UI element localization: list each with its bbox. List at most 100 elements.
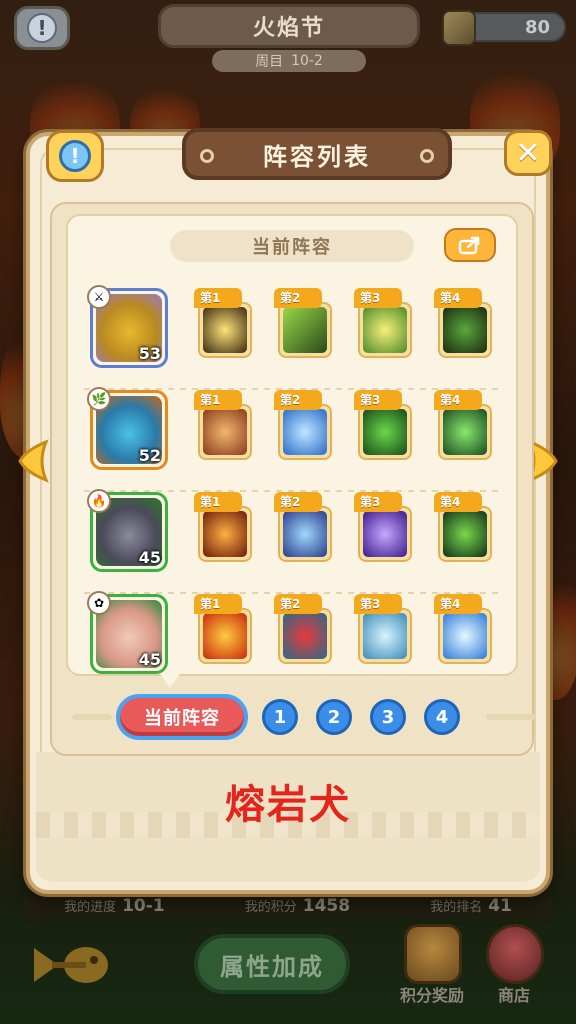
beetle-skill-icon	[363, 409, 407, 455]
top-info-button[interactable]: !	[14, 6, 70, 50]
skill-slot[interactable]: 第3	[354, 288, 412, 358]
skill-order-tag: 第1	[194, 288, 242, 308]
arrow-skill-icon	[283, 307, 327, 353]
hero-portrait[interactable]: ✿ 45	[87, 591, 168, 674]
element-icon: 🔥	[87, 489, 111, 513]
comet-skill-icon	[283, 511, 327, 557]
skill-slot[interactable]: 第1	[194, 492, 252, 562]
vine-skill-icon	[443, 511, 487, 557]
modal-info-button[interactable]: !	[46, 130, 104, 182]
mask-skill-icon	[283, 613, 327, 659]
skill-order-tag: 第2	[274, 288, 322, 308]
title-ornament-icon	[200, 149, 214, 163]
fish-bone-icon[interactable]	[28, 938, 112, 992]
skill-slot[interactable]: 第4	[434, 390, 492, 460]
skill-slot[interactable]: 第4	[434, 492, 492, 562]
hero-level: 53	[138, 344, 161, 363]
points-reward-button[interactable]: 积分奖励	[394, 920, 470, 1024]
element-icon: ✿	[87, 591, 111, 615]
skill-slot[interactable]: 第4	[434, 288, 492, 358]
attribute-bonus-button[interactable]: 属性加成	[194, 934, 350, 994]
skill-slot[interactable]: 第2	[274, 390, 332, 460]
attribute-bonus-label: 属性加成	[220, 952, 324, 981]
tab-number: 3	[381, 706, 395, 728]
trophy-icon	[404, 924, 462, 984]
points-reward-label: 积分奖励	[399, 986, 464, 1005]
element-icon: ⚔	[87, 285, 111, 309]
hero-portrait[interactable]: ⚔ 53	[87, 285, 168, 368]
arrow-left-button[interactable]	[16, 438, 52, 484]
skill-slot[interactable]: 第2	[274, 288, 332, 358]
bottom-bar: 我的进度 10-1 我的积分 1458 我的排名 41 属性加成 积分奖励 商店	[0, 880, 576, 1024]
share-icon	[458, 236, 480, 255]
skill-order-tag: 第3	[354, 492, 402, 512]
currency-counter[interactable]: 80	[442, 10, 566, 46]
cycle-value: 10-2	[291, 53, 323, 69]
cycle-indicator: 周目 10-2	[212, 50, 366, 72]
shop-button[interactable]: 商店	[476, 920, 552, 1024]
lineup-panel: 当前阵容 ⚔ 53 第1 第2 第3 第4 🌿 52 第1 第2 第3 第4 🔥…	[50, 202, 536, 756]
skill-order-tag: 第1	[194, 390, 242, 410]
tab-current-lineup-label: 当前阵容	[144, 708, 220, 729]
skill-slot[interactable]: 第3	[354, 390, 412, 460]
skill-slot[interactable]: 第3	[354, 594, 412, 664]
tab-number: 4	[435, 706, 449, 728]
skill-slot[interactable]: 第2	[274, 594, 332, 664]
skill-order-tag: 第3	[354, 594, 402, 614]
tab-lineup-1[interactable]: 1	[262, 699, 298, 735]
lineup-row[interactable]: ✿ 45 第1 第2 第3 第4	[84, 591, 504, 686]
tab-lineup-2[interactable]: 2	[316, 699, 352, 735]
skill-slot[interactable]: 第2	[274, 492, 332, 562]
tab-lineup-4[interactable]: 4	[424, 699, 460, 735]
event-title: 火焰节	[158, 4, 420, 48]
tab-current-lineup[interactable]: 当前阵容	[116, 694, 248, 740]
lineup-row[interactable]: 🔥 45 第1 第2 第3 第4	[84, 489, 504, 594]
skill-slot[interactable]: 第3	[354, 492, 412, 562]
event-title-text: 火焰节	[252, 16, 325, 41]
info-icon: !	[59, 140, 91, 172]
close-icon: ✕	[515, 135, 541, 171]
skill-slot[interactable]: 第1	[194, 288, 252, 358]
stat-points: 我的积分 1458	[245, 896, 350, 916]
lion-skill-icon	[203, 409, 247, 455]
skill-slot[interactable]: 第1	[194, 390, 252, 460]
modal-title-text: 阵容列表	[263, 142, 371, 171]
hero-level: 45	[138, 548, 161, 567]
top-bar: ! 火焰节 周目 10-2 80	[0, 0, 576, 80]
cycle-label: 周目	[255, 54, 284, 70]
skill-order-tag: 第1	[194, 492, 242, 512]
stat-value: 1458	[302, 896, 351, 916]
element-icon: 🌿	[87, 387, 111, 411]
wave-decoration	[72, 714, 112, 720]
close-button[interactable]: ✕	[504, 130, 552, 176]
modal-footer: 熔岩犬	[36, 752, 540, 882]
stat-value: 41	[488, 896, 512, 916]
tab-lineup-3[interactable]: 3	[370, 699, 406, 735]
current-lineup-header: 当前阵容	[170, 230, 414, 262]
info-icon: !	[27, 13, 57, 43]
lineup-row[interactable]: 🌿 52 第1 第2 第3 第4	[84, 387, 504, 492]
lightning-skill-icon	[203, 307, 247, 353]
hero-portrait[interactable]: 🔥 45	[87, 489, 168, 572]
stat-progress: 我的进度 10-1	[64, 896, 165, 916]
skill-order-tag: 第4	[434, 390, 482, 410]
rain-skill-icon	[363, 511, 407, 557]
skill-order-tag: 第4	[434, 492, 482, 512]
stat-value: 10-1	[122, 896, 165, 916]
hero-level: 45	[138, 650, 161, 669]
shield-skill-icon	[363, 307, 407, 353]
skill-slot[interactable]: 第1	[194, 594, 252, 664]
lineup-row[interactable]: ⚔ 53 第1 第2 第3 第4	[84, 285, 504, 390]
skill-order-tag: 第3	[354, 288, 402, 308]
trident-skill-icon	[363, 613, 407, 659]
skill-slot[interactable]: 第4	[434, 594, 492, 664]
skill-order-tag: 第4	[434, 288, 482, 308]
hero-portrait[interactable]: 🌿 52	[87, 387, 168, 470]
share-button[interactable]	[444, 228, 496, 262]
stat-label: 我的排名	[430, 900, 483, 915]
stat-label: 我的积分	[244, 900, 297, 915]
lineup-modal: 熔岩犬 阵容列表 ! ✕ 当前阵容 ⚔ 53 第1 第2 第3 第4 🌿 52 …	[18, 128, 558, 894]
fire-skill-icon	[203, 613, 247, 659]
lineup-tabs: 当前阵容 1 2 3 4	[72, 694, 536, 740]
lineup-list: 当前阵容 ⚔ 53 第1 第2 第3 第4 🌿 52 第1 第2 第3 第4 🔥…	[66, 214, 518, 676]
